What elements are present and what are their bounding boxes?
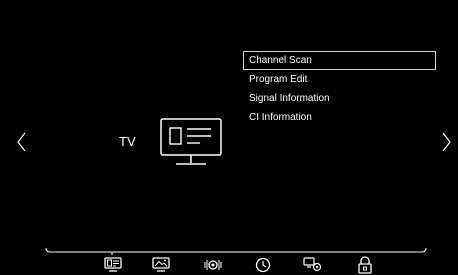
chevron-right-icon[interactable] <box>440 128 454 156</box>
tv-icon[interactable] <box>103 256 123 274</box>
tv-icon <box>160 118 222 165</box>
menu-item-channel-scan[interactable]: Channel Scan <box>243 51 436 70</box>
clock-icon[interactable] <box>253 256 273 274</box>
setup-icon[interactable] <box>303 256 323 274</box>
menu-item-program-edit[interactable]: Program Edit <box>243 70 436 89</box>
lock-icon[interactable] <box>355 256 375 274</box>
tv-menu: Channel Scan Program Edit Signal Informa… <box>243 51 436 127</box>
picture-icon[interactable] <box>151 256 171 274</box>
section-title: TV <box>119 134 136 149</box>
menu-item-ci-information[interactable]: CI Information <box>243 108 436 127</box>
menu-item-signal-information[interactable]: Signal Information <box>243 89 436 108</box>
chevron-left-icon[interactable] <box>14 128 28 156</box>
tv-settings-screen: TV Channel Scan Program Edit Signal Info… <box>0 0 458 275</box>
bottom-bar-divider <box>45 247 427 255</box>
sound-icon[interactable] <box>203 256 223 274</box>
